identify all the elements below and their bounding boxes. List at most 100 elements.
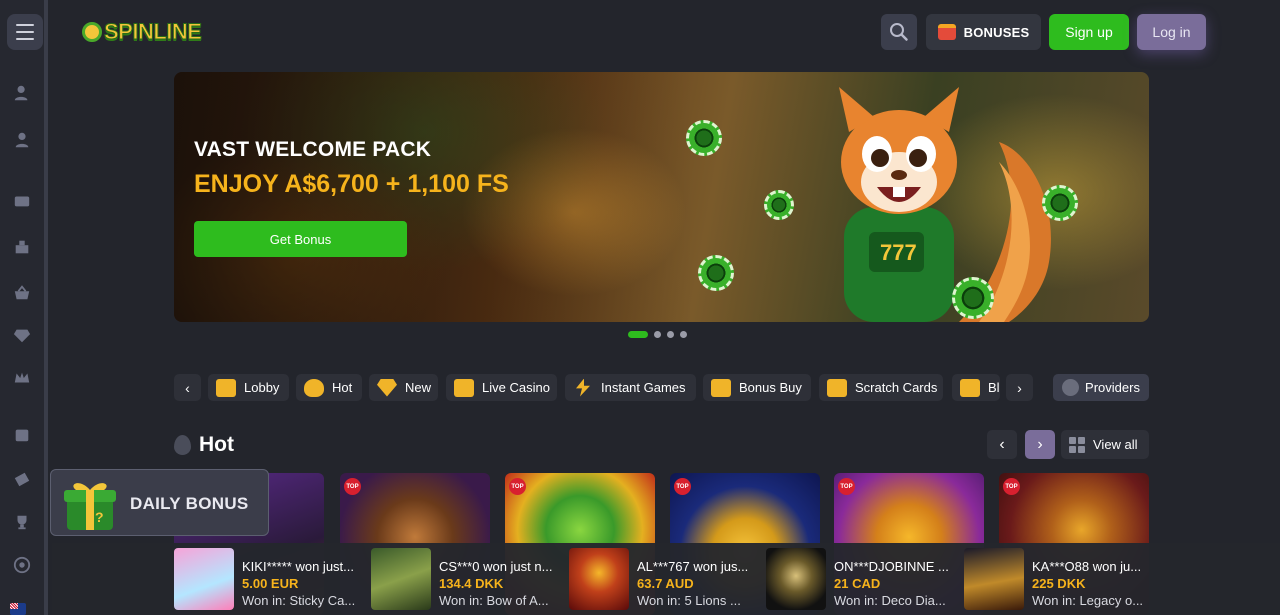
category-label: Scratch Cards (855, 380, 938, 395)
login-button[interactable]: Log in (1137, 14, 1206, 50)
banner-dot-2[interactable] (654, 331, 661, 338)
calendar-icon[interactable] (12, 425, 32, 445)
casino-chip-icon (1042, 185, 1078, 221)
crown-icon[interactable] (12, 368, 32, 388)
slot-machine-icon[interactable] (12, 191, 32, 211)
trophy-icon[interactable] (12, 512, 32, 532)
banner-title: VAST WELCOME PACK (194, 138, 432, 161)
category-label: New (405, 380, 432, 395)
view-all-label: View all (1093, 437, 1138, 452)
game-thumbnail (766, 548, 826, 610)
slot-777-icon (216, 378, 236, 397)
squirrel-mascot-image: 777 (839, 87, 1051, 322)
hot-title-text: Hot (199, 433, 234, 456)
category-lobby[interactable]: Lobby (208, 374, 289, 401)
treasure-chest-icon (711, 378, 731, 397)
winner-text: KA***O88 won ju... (1032, 559, 1142, 574)
game-thumbnail (964, 548, 1024, 610)
category-next-button[interactable]: › (1006, 374, 1033, 401)
category-label: Live Casino (482, 380, 550, 395)
recent-win-item[interactable]: KIKI***** won just... 5.00 EUR Won in: S… (174, 548, 364, 610)
bonuses-button[interactable]: BONUSES (926, 14, 1041, 50)
win-game: Won in: Bow of A... (439, 593, 549, 608)
grid-icon (1069, 436, 1085, 453)
flame-icon (304, 378, 324, 397)
banner-dot-4[interactable] (680, 331, 687, 338)
recent-win-item[interactable]: CS***0 won just n... 134.4 DKK Won in: B… (371, 548, 561, 610)
scratch-card-icon (827, 378, 847, 397)
category-label: Hot (332, 380, 353, 395)
category-live-casino[interactable]: Live Casino (446, 374, 557, 401)
live-casino-icon[interactable] (12, 237, 32, 257)
category-partial[interactable]: Bl (952, 374, 1000, 401)
recent-win-item[interactable]: ON***DJOBINNE ... 21 CAD Won in: Deco Di… (766, 548, 956, 610)
user-icon[interactable] (12, 130, 32, 150)
hot-next-button[interactable]: › (1025, 430, 1055, 459)
search-button[interactable] (881, 14, 917, 50)
logo-coin-icon (82, 22, 102, 42)
cards-icon (960, 378, 980, 397)
menu-toggle-button[interactable] (7, 14, 43, 50)
brand-logo[interactable]: SPINLINE (82, 14, 202, 50)
get-bonus-button[interactable]: Get Bonus (194, 221, 407, 257)
gift-box-icon: ? (64, 483, 116, 530)
category-scratch-cards[interactable]: Scratch Cards (819, 374, 943, 401)
recent-wins-ticker: KIKI***** won just... 5.00 EUR Won in: S… (52, 543, 1280, 615)
banner-dot-1[interactable] (628, 331, 648, 338)
target-icon[interactable] (12, 555, 32, 575)
header: SPINLINE BONUSES Sign up Log in (52, 0, 1280, 62)
user-add-icon[interactable] (12, 83, 32, 103)
casino-chip-icon (952, 277, 994, 319)
win-game: Won in: Legacy o... (1032, 593, 1144, 608)
search-icon (890, 23, 908, 41)
providers-icon (1062, 379, 1080, 396)
category-prev-button[interactable]: ‹ (174, 374, 201, 401)
gift-icon (937, 24, 956, 40)
win-amount: 5.00 EUR (242, 576, 299, 591)
casino-chip-icon (764, 190, 794, 220)
category-new[interactable]: New (369, 374, 438, 401)
view-all-button[interactable]: View all (1061, 430, 1149, 459)
gem-icon[interactable] (12, 325, 32, 345)
winner-text: AL***767 won jus... (637, 559, 749, 574)
win-amount: 21 CAD (834, 576, 881, 591)
recent-win-item[interactable]: AL***767 won jus... 63.7 AUD Won in: 5 L… (569, 548, 759, 610)
daily-bonus-label: DAILY BONUS (130, 494, 249, 513)
category-bonus-buy[interactable]: Bonus Buy (703, 374, 811, 401)
diamond-icon (377, 378, 397, 397)
game-thumbnail (569, 548, 629, 610)
providers-button[interactable]: Providers (1053, 374, 1149, 401)
banner-subtitle: ENJOY A$6,700 + 1,100 FS (194, 170, 509, 198)
hot-section-title: Hot (174, 431, 234, 459)
language-flag-icon[interactable] (10, 603, 26, 615)
daily-bonus-widget[interactable]: ? DAILY BONUS (50, 469, 269, 536)
providers-label: Providers (1085, 380, 1140, 395)
category-label: Bl (988, 380, 1000, 395)
category-instant-games[interactable]: Instant Games (565, 374, 696, 401)
promo-banner[interactable]: 777 VAST WELCOME PACK ENJOY A$6,700 + 1,… (174, 72, 1149, 322)
win-amount: 63.7 AUD (637, 576, 694, 591)
winner-text: KIKI***** won just... (242, 559, 354, 574)
ticket-icon[interactable] (12, 469, 32, 489)
flame-icon (174, 435, 191, 455)
signup-button[interactable]: Sign up (1049, 14, 1129, 50)
category-label: Lobby (244, 380, 280, 395)
category-hot[interactable]: Hot (296, 374, 362, 401)
win-amount: 134.4 DKK (439, 576, 504, 591)
hot-prev-button[interactable]: ‹ (987, 430, 1017, 459)
top-badge: TOP (509, 478, 526, 495)
recent-win-item[interactable]: KA***O88 won ju... 225 DKK Won in: Legac… (964, 548, 1154, 610)
bonuses-label: BONUSES (963, 24, 1030, 40)
win-amount: 225 DKK (1032, 576, 1086, 591)
sidebar (0, 0, 48, 615)
casino-chip-icon (698, 255, 734, 291)
banner-dot-3[interactable] (667, 331, 674, 338)
top-badge: TOP (344, 478, 361, 495)
win-game: Won in: Deco Dia... (834, 593, 946, 608)
top-badge: TOP (674, 478, 691, 495)
winner-text: CS***0 won just n... (439, 559, 553, 574)
basket-icon[interactable] (12, 283, 32, 303)
category-label: Instant Games (601, 380, 686, 395)
winner-text: ON***DJOBINNE ... (834, 559, 949, 574)
svg-text:777: 777 (880, 240, 917, 265)
